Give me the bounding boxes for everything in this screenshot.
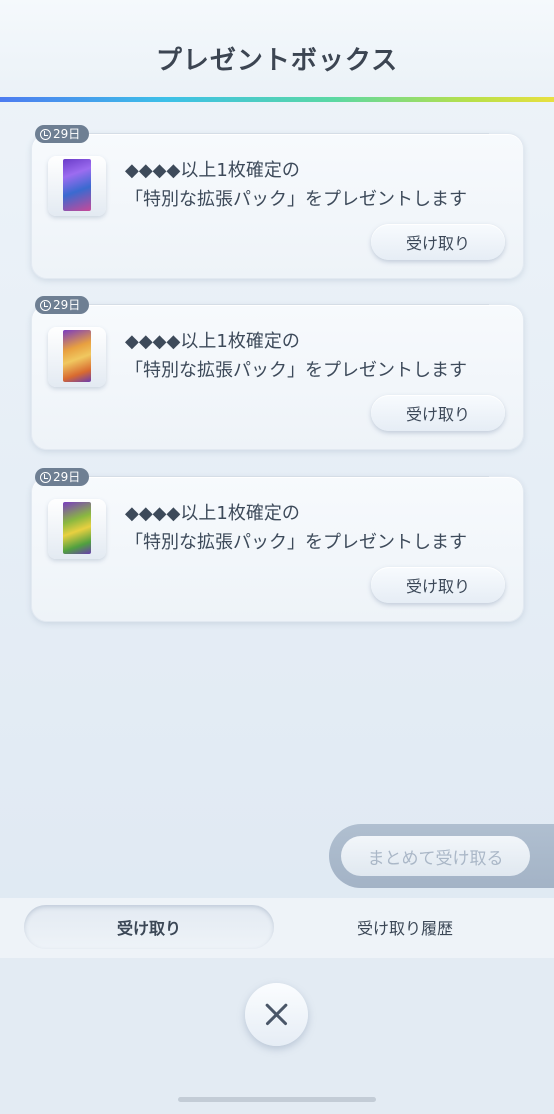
claim-all-button[interactable]: まとめて受け取る [341,836,530,876]
present-card: ◆◆◆◆以上1枚確定の 「特別な拡張パック」をプレゼントします 受け取り [31,304,524,450]
clock-icon [40,128,51,140]
present-message-line2: 「特別な拡張パック」をプレゼントします [125,189,467,210]
header: プレゼントボックス [0,0,554,102]
divider [89,133,489,134]
present-message-line1: ◆◆◆◆以上1枚確定の [125,331,300,352]
close-button[interactable] [245,983,308,1046]
present-message: ◆◆◆◆以上1枚確定の 「特別な拡張パック」をプレゼントします [125,499,467,557]
expiry-badge: 29日 [35,468,89,486]
present-message-line1: ◆◆◆◆以上1枚確定の [125,503,300,524]
expiry-badge: 29日 [35,296,89,314]
pack-purple-icon [63,159,91,211]
present-card: ◆◆◆◆以上1枚確定の 「特別な拡張パック」をプレゼントします 受け取り [31,133,524,279]
expiry-days: 29日 [53,127,81,141]
page-title: プレゼントボックス [155,46,399,76]
header-accent-bar [0,97,554,102]
clock-icon [40,299,51,311]
expiry-days: 29日 [53,470,81,484]
present-message: ◆◆◆◆以上1枚確定の 「特別な拡張パック」をプレゼントします [125,327,467,385]
expiry-badge: 29日 [35,125,89,143]
pack-thumbnail [48,499,106,559]
clock-icon [40,471,51,483]
divider [89,476,489,477]
claim-button[interactable]: 受け取り [371,567,505,603]
tab-receive[interactable]: 受け取り [24,905,274,949]
divider [89,304,489,305]
present-message-line2: 「特別な拡張パック」をプレゼントします [125,360,467,381]
present-message: ◆◆◆◆以上1枚確定の 「特別な拡張パック」をプレゼントします [125,156,467,214]
home-indicator [178,1097,376,1102]
expiry-days: 29日 [53,298,81,312]
pack-orange-icon [63,330,91,382]
pack-thumbnail [48,327,106,387]
present-message-line1: ◆◆◆◆以上1枚確定の [125,160,300,181]
pack-green-icon [63,502,91,554]
claim-button[interactable]: 受け取り [371,395,505,431]
pack-thumbnail [48,156,106,216]
present-message-line2: 「特別な拡張パック」をプレゼントします [125,532,467,553]
claim-button[interactable]: 受け取り [371,224,505,260]
tab-history[interactable]: 受け取り履歴 [280,905,530,949]
present-card: ◆◆◆◆以上1枚確定の 「特別な拡張パック」をプレゼントします 受け取り [31,476,524,622]
